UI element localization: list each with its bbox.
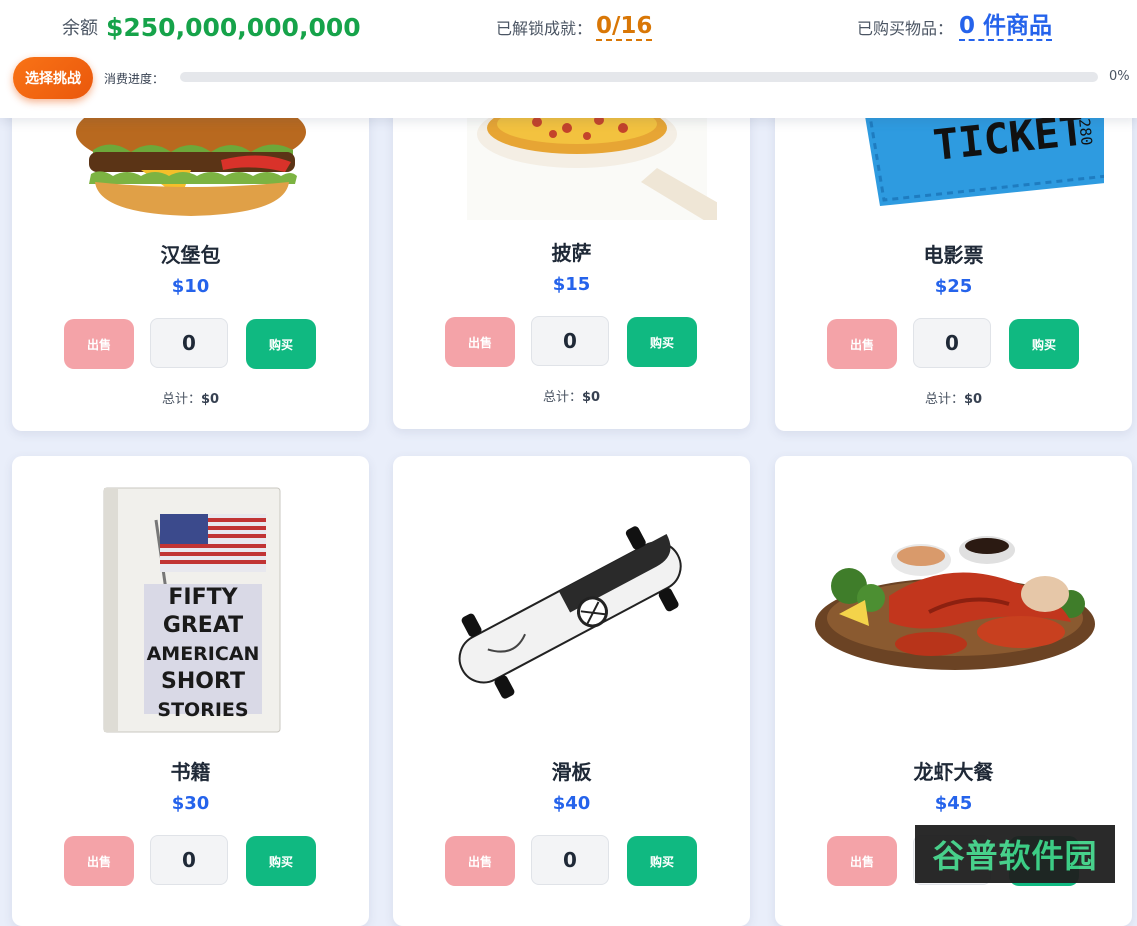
spending-progress-bar bbox=[180, 72, 1098, 82]
quantity-field[interactable]: 0 bbox=[913, 318, 991, 368]
product-name: 汉堡包 bbox=[160, 243, 221, 267]
balance-stat: 余额 $250,000,000,000 bbox=[62, 10, 361, 44]
spending-progress-percent: 0% bbox=[1109, 69, 1130, 84]
product-price: $25 bbox=[934, 276, 973, 297]
sell-button[interactable]: 出售 bbox=[445, 317, 515, 367]
achievements-stat: 已解锁成就： 0/16 bbox=[496, 10, 653, 44]
product-card-skateboard: 滑板 $40 出售 0 购买 bbox=[393, 456, 750, 926]
total-label: 总计： bbox=[542, 390, 582, 405]
total-value: $0 bbox=[200, 392, 220, 407]
achievements-label: 已解锁成就： bbox=[496, 19, 593, 38]
purchased-stat: 已购买物品： 0 件商品 bbox=[857, 10, 1053, 44]
sell-button[interactable]: 出售 bbox=[827, 319, 897, 369]
product-name: 电影票 bbox=[923, 243, 984, 267]
product-name: 龙虾大餐 bbox=[913, 760, 994, 784]
quantity-field[interactable]: 0 bbox=[531, 835, 609, 885]
quantity-field[interactable]: 0 bbox=[150, 318, 228, 368]
product-total: 总计：$0 bbox=[775, 388, 1132, 407]
choose-challenge-button[interactable]: 选择挑战 bbox=[13, 57, 93, 99]
product-price: $15 bbox=[552, 274, 591, 295]
product-price: $45 bbox=[934, 793, 973, 814]
svg-text:GREAT: GREAT bbox=[162, 613, 242, 638]
product-total: 总计：$0 bbox=[393, 386, 750, 405]
svg-text:AMERICAN: AMERICAN bbox=[146, 643, 259, 665]
svg-text:STORIES: STORIES bbox=[157, 699, 248, 721]
svg-text:FIFTY: FIFTY bbox=[168, 585, 238, 610]
buy-button[interactable]: 购买 bbox=[627, 317, 697, 367]
product-name: 披萨 bbox=[551, 241, 592, 265]
product-name: 书籍 bbox=[170, 760, 211, 784]
total-value: $0 bbox=[581, 390, 601, 405]
total-label: 总计： bbox=[924, 392, 964, 407]
buy-button[interactable]: 购买 bbox=[627, 836, 697, 886]
total-value: $0 bbox=[963, 392, 983, 407]
sell-button[interactable]: 出售 bbox=[827, 836, 897, 886]
lobster-dinner-image bbox=[775, 526, 1132, 676]
total-label: 总计： bbox=[161, 392, 201, 407]
quantity-field[interactable]: 0 bbox=[150, 835, 228, 885]
sell-button[interactable]: 出售 bbox=[64, 836, 134, 886]
quantity-field[interactable]: 0 bbox=[531, 316, 609, 366]
product-name: 滑板 bbox=[551, 760, 592, 784]
svg-text:SHORT: SHORT bbox=[161, 669, 245, 694]
stats-header: 余额 $250,000,000,000 已解锁成就： 0/16 已购买物品： 0… bbox=[0, 0, 1137, 118]
product-price: $10 bbox=[171, 276, 210, 297]
purchased-label: 已购买物品： bbox=[857, 19, 954, 38]
skateboard-image bbox=[393, 526, 750, 706]
achievements-value[interactable]: 0/16 bbox=[596, 13, 653, 41]
buy-button[interactable]: 购买 bbox=[1009, 319, 1079, 369]
sell-button[interactable]: 出售 bbox=[64, 319, 134, 369]
sell-button[interactable]: 出售 bbox=[445, 836, 515, 886]
buy-button[interactable]: 购买 bbox=[246, 836, 316, 886]
product-price: $40 bbox=[552, 793, 591, 814]
product-total: 总计：$0 bbox=[12, 388, 369, 407]
buy-button[interactable]: 购买 bbox=[246, 319, 316, 369]
purchased-value[interactable]: 0 件商品 bbox=[959, 13, 1053, 41]
balance-label: 余额 bbox=[62, 18, 98, 39]
book-image: FIFTY GREAT AMERICAN SHORT STORIES bbox=[12, 484, 369, 734]
watermark-logo: 谷普软件园 bbox=[915, 825, 1115, 883]
spending-progress-label: 消费进度： bbox=[104, 72, 165, 86]
product-card-book: FIFTY GREAT AMERICAN SHORT STORIES 书籍 $3… bbox=[12, 456, 369, 926]
balance-value: $250,000,000,000 bbox=[106, 12, 361, 42]
product-price: $30 bbox=[171, 793, 210, 814]
